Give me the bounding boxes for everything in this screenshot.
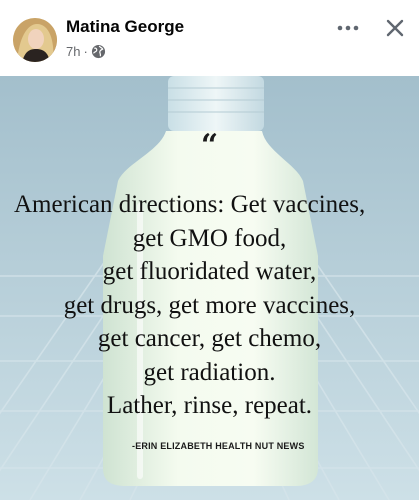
quote-line: get fluoridated water,: [102, 258, 317, 285]
close-button[interactable]: [380, 14, 410, 42]
more-horizontal-icon: [337, 25, 359, 31]
avatar-photo: [13, 18, 57, 62]
post-header: Matina George 7h ·: [0, 0, 419, 76]
quote-mark-icon: “: [200, 128, 219, 163]
globe-icon: [91, 44, 106, 59]
author-name[interactable]: Matina George: [66, 17, 184, 37]
meta-separator: ·: [83, 43, 88, 59]
quote-line: Lather, rinse, repeat.: [106, 392, 313, 419]
quote-line: American directions: Get vaccines,: [14, 191, 366, 218]
quote-attribution: -ERIN ELIZABETH HEALTH NUT NEWS: [132, 441, 305, 451]
more-options-button[interactable]: [333, 14, 363, 42]
quote-line: get drugs, get more vaccines,: [63, 291, 356, 319]
quote-line: get cancer, get chemo,: [97, 325, 322, 352]
quote-text-overlay: “ American directions: Get vaccines, get…: [0, 76, 419, 500]
post-image[interactable]: “ American directions: Get vaccines, get…: [0, 76, 419, 500]
avatar[interactable]: [13, 18, 57, 62]
timestamp[interactable]: 7h: [66, 44, 80, 59]
close-icon: [386, 19, 404, 37]
post-meta: 7h ·: [66, 42, 106, 60]
quote-line: get GMO food,: [132, 224, 287, 252]
quote-body: American directions: Get vaccines, get G…: [0, 188, 419, 423]
quote-line: get radiation.: [143, 358, 276, 386]
